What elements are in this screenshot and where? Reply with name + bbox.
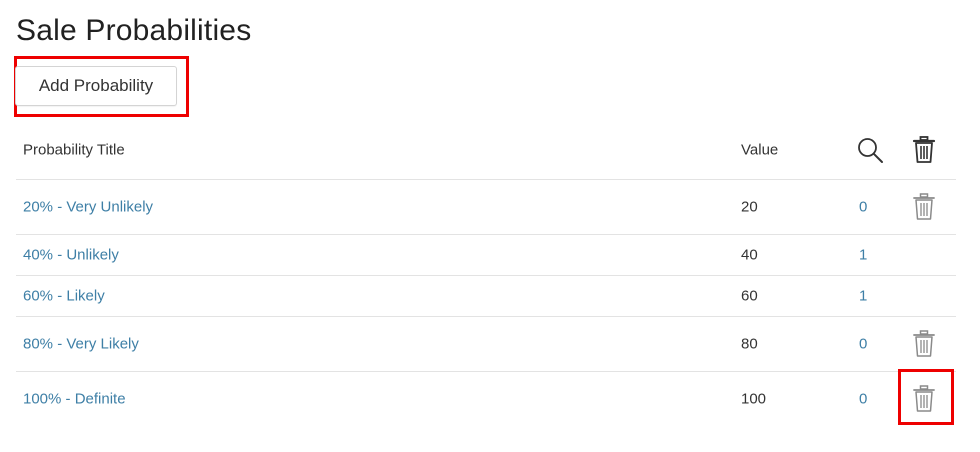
- table-row: 20% - Very Unlikely 20 0: [16, 180, 956, 235]
- probability-value: 60: [741, 287, 758, 305]
- probability-value: 40: [741, 246, 758, 264]
- add-probability-button[interactable]: Add Probability: [15, 66, 177, 106]
- header-probability-title[interactable]: Probability Title: [23, 142, 125, 159]
- trash-icon[interactable]: [912, 330, 936, 358]
- probability-title-link[interactable]: 40% - Unlikely: [23, 247, 119, 264]
- probability-value: 100: [741, 390, 767, 408]
- highlight-box-delete-icon: [898, 369, 954, 425]
- probability-title-link[interactable]: 60% - Likely: [23, 288, 105, 305]
- table-row: 60% - Likely 60 1: [16, 276, 956, 317]
- trash-icon[interactable]: [912, 136, 936, 164]
- probability-title-link[interactable]: 20% - Very Unlikely: [23, 199, 153, 216]
- usage-count-link[interactable]: 0: [859, 199, 867, 216]
- usage-count-link[interactable]: 0: [859, 391, 867, 408]
- table-row: 80% - Very Likely 80 0: [16, 317, 956, 372]
- header-value[interactable]: Value: [741, 142, 778, 159]
- trash-icon[interactable]: [912, 193, 936, 221]
- page-title: Sale Probabilities: [16, 14, 252, 47]
- probabilities-table: Probability Title Value 20% - Very Unlik…: [16, 121, 956, 426]
- search-icon[interactable]: [856, 136, 884, 164]
- usage-count-link[interactable]: 1: [859, 288, 867, 305]
- probability-value: 80: [741, 335, 758, 353]
- probability-value: 20: [741, 198, 758, 216]
- probability-title-link[interactable]: 80% - Very Likely: [23, 336, 139, 353]
- usage-count-link[interactable]: 0: [859, 336, 867, 353]
- table-header-row: Probability Title Value: [16, 121, 956, 180]
- table-row: 100% - Definite 100 0: [16, 372, 956, 426]
- table-row: 40% - Unlikely 40 1: [16, 235, 956, 276]
- probability-title-link[interactable]: 100% - Definite: [23, 391, 126, 408]
- usage-count-link[interactable]: 1: [859, 247, 867, 264]
